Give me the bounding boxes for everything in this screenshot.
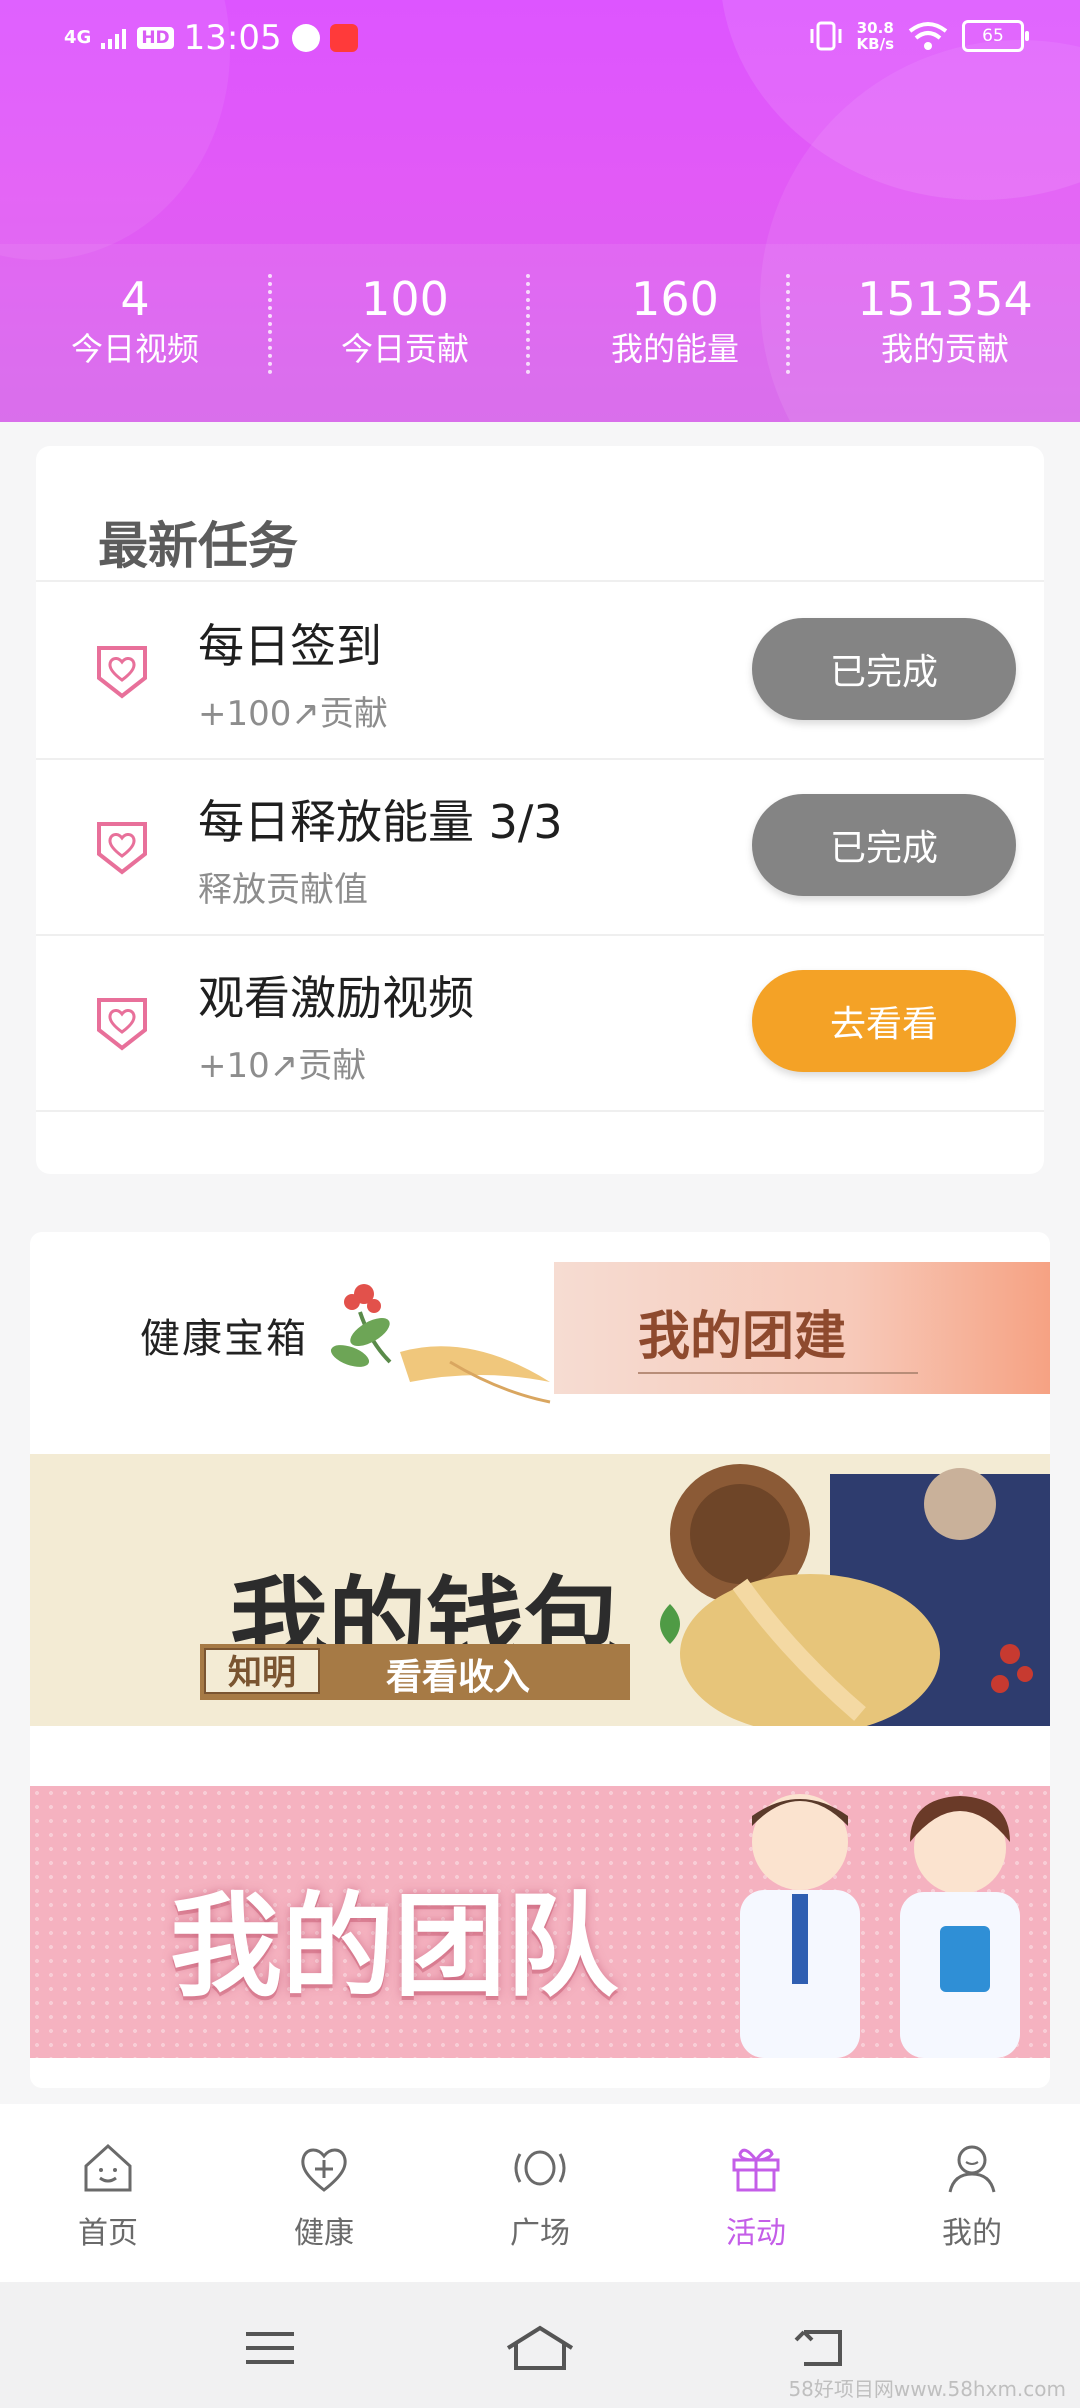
task-row-release-energy: 每日释放能量 3/3 释放贡献值 已完成 [36, 758, 1044, 934]
task-name: 每日释放能量 3/3 [198, 795, 563, 849]
stat-divider [786, 274, 790, 374]
ginseng-illustration [330, 1284, 551, 1404]
shield-heart-icon [97, 646, 147, 699]
nav-item-health[interactable]: 健康 [216, 2104, 432, 2282]
stat-my-contribution: 151354 我的贡献 [810, 270, 1080, 390]
speed-app-icon [291, 24, 320, 52]
herbal-medicine-illustration [660, 1464, 1050, 1726]
nav-item-square[interactable]: 广场 [432, 2104, 648, 2282]
nav-label: 首页 [78, 2216, 138, 2251]
task-done-button[interactable]: 已完成 [752, 618, 1016, 720]
watermark: 58好项目网www.58hxm.com [788, 2377, 1066, 2401]
header: 4G HD 13:05 30.8 KB/s 65 4 今日视频 100 今日贡献… [0, 0, 1080, 422]
task-name: 每日签到 [198, 619, 382, 673]
app-notification-icon [329, 24, 358, 52]
team-build-label: 我的团建 [638, 1306, 847, 1367]
shield-heart-icon [97, 998, 147, 1051]
vibrate-icon [810, 21, 842, 51]
wallet-action-bar: 知明 看看收入 [200, 1644, 630, 1700]
stat-my-energy: 160 我的能量 [540, 270, 810, 390]
task-card: 最新任务 每日签到 +100↗贡献 已完成 每日释放能量 3/3 释放贡献值 已… [36, 446, 1044, 1174]
stat-value: 151354 [857, 272, 1033, 326]
shield-heart-icon [97, 822, 147, 875]
network-speed-value: 30.8 [856, 19, 894, 37]
stat-value: 4 [120, 272, 150, 326]
team-build-underline [638, 1372, 918, 1374]
stats-row: 4 今日视频 100 今日贡献 160 我的能量 151354 我的贡献 [0, 270, 1080, 390]
health-box-banner[interactable]: 健康宝箱 [140, 1272, 560, 1412]
stat-today-videos: 4 今日视频 [0, 270, 270, 390]
stat-divider [268, 274, 272, 374]
stat-value: 160 [631, 272, 719, 326]
network-speed-unit: KB/s [856, 35, 894, 53]
stat-label: 我的贡献 [880, 330, 1009, 368]
wallet-tag: 知明 [204, 1648, 320, 1694]
system-nav-bar: 58好项目网www.58hxm.com [0, 2282, 1080, 2408]
task-section-title: 最新任务 [98, 517, 298, 575]
task-reward: +10↗贡献 [198, 1046, 367, 1086]
back-icon[interactable] [790, 2318, 850, 2378]
task-name: 观看激励视频 [198, 971, 474, 1025]
home-icon [84, 2143, 132, 2192]
nav-label: 我的 [942, 2216, 1002, 2251]
nav-item-activity[interactable]: 活动 [648, 2104, 864, 2282]
task-reward: +100↗贡献 [198, 694, 388, 734]
gift-icon [732, 2148, 780, 2192]
battery-indicator: 65 [962, 20, 1029, 52]
task-row-checkin: 每日签到 +100↗贡献 已完成 [36, 582, 1044, 758]
signal-bars-icon [101, 29, 127, 49]
nav-item-home[interactable]: 首页 [0, 2104, 216, 2282]
task-row-watch-video: 观看激励视频 +10↗贡献 去看看 [36, 934, 1044, 1110]
my-team-label: 我的团队 [170, 1882, 618, 2012]
team-build-banner[interactable]: 我的团建 [554, 1262, 1050, 1394]
profile-icon [948, 2145, 996, 2193]
nav-label: 活动 [726, 2216, 786, 2251]
health-box-label: 健康宝箱 [140, 1316, 308, 1362]
signal-indicator: 4G [64, 27, 92, 48]
task-done-button[interactable]: 已完成 [752, 794, 1016, 896]
stat-label: 今日贡献 [340, 330, 469, 368]
square-icon [514, 2150, 566, 2186]
my-team-banner[interactable]: 我的团队 [30, 1786, 1050, 2058]
status-bar: 4G HD 13:05 30.8 KB/s 65 [0, 0, 1080, 80]
nav-label: 广场 [510, 2216, 570, 2251]
nav-label: 健康 [294, 2216, 354, 2251]
clock: 13:05 [183, 18, 282, 58]
wifi-icon [908, 22, 948, 50]
network-speed: 30.8 KB/s [857, 20, 894, 52]
stat-value: 100 [361, 272, 449, 326]
banner-card: 健康宝箱 我的团建 我的钱包 知明 看看收入 我的团队 [30, 1232, 1050, 2088]
menu-icon[interactable] [240, 2318, 300, 2378]
task-reward: 释放贡献值 [198, 870, 368, 910]
watch-video-button[interactable]: 去看看 [752, 970, 1016, 1072]
divider [36, 1110, 1044, 1112]
wallet-action-label: 看看收入 [386, 1657, 531, 1698]
home-button-icon[interactable] [504, 2318, 576, 2378]
doctors-illustration [740, 1794, 1020, 2058]
stat-today-contribution: 100 今日贡献 [270, 270, 540, 390]
hd-badge: HD [137, 27, 174, 49]
stat-divider [526, 274, 530, 374]
stat-label: 今日视频 [70, 330, 199, 368]
stat-label: 我的能量 [610, 330, 739, 368]
wallet-banner[interactable]: 我的钱包 知明 看看收入 [30, 1454, 1050, 1726]
health-icon [301, 2148, 347, 2192]
bottom-nav: 首页 健康 广场 活动 我的 [0, 2104, 1080, 2282]
nav-item-profile[interactable]: 我的 [864, 2104, 1080, 2282]
